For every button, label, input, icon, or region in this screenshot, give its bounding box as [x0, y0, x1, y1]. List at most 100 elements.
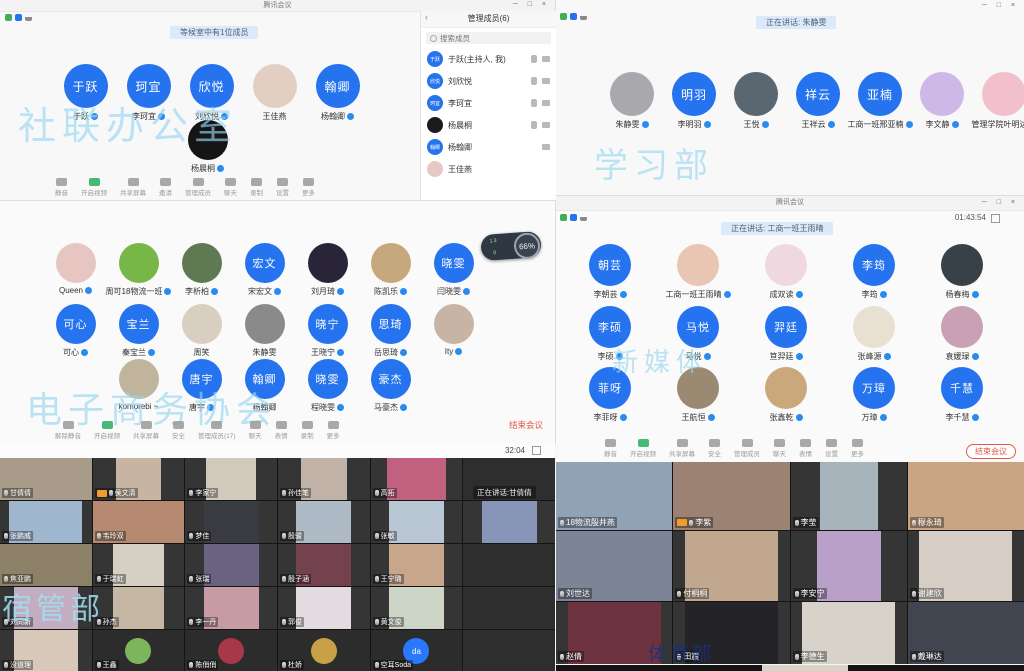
avatar: 晓雯 — [434, 243, 474, 283]
tray-icon[interactable] — [443, 433, 451, 441]
info-icon — [5, 14, 12, 21]
toolbar-button[interactable]: 录制 — [250, 178, 263, 197]
tray-icon[interactable] — [476, 433, 484, 441]
member-row[interactable]: 翰卿 杨翰卿 — [421, 136, 556, 158]
toolbar-button[interactable]: 开启视频 — [630, 439, 656, 458]
avatar — [56, 243, 96, 283]
window-controls[interactable]: ─ □ × — [982, 2, 1019, 9]
toolbar-button[interactable]: 安全 — [172, 421, 185, 440]
member-mic-icon[interactable] — [531, 55, 537, 63]
toolbar-button[interactable]: 共享屏幕 — [120, 178, 146, 197]
tile-name: 谢建欣 — [918, 588, 942, 599]
tray-icon[interactable] — [531, 433, 539, 441]
mic-badge-icon — [620, 414, 627, 421]
dorm-video-grid: 甘倩倩 侯文清 李家宁 — [0, 458, 555, 671]
window-controls[interactable]: ─ □ × — [982, 199, 1019, 206]
toolbar-button[interactable]: 共享屏幕 — [669, 439, 695, 458]
toolbar-button[interactable]: 管理成员 — [734, 439, 760, 458]
member-row[interactable]: 杨晨桐 — [421, 114, 556, 136]
avatar — [182, 243, 222, 283]
toolbar-button[interactable]: 安全 — [708, 439, 721, 458]
toolbar-button[interactable]: 聊天 — [249, 421, 262, 440]
tile-name: 穆永琦 — [918, 517, 942, 528]
mic-badge-icon — [455, 348, 462, 355]
video-tile: 黄文俊 — [371, 587, 463, 629]
participant-row: Queen 周可18物流一班 李析柏 宏文 宋宏文 刘月琦 陈凯乐 — [44, 243, 485, 297]
toolbar-button[interactable]: 管理成员(17) — [198, 421, 236, 440]
member-avatar — [427, 117, 443, 133]
member-row[interactable]: 珂宜 李珂宜 — [421, 92, 556, 114]
mic-icon — [560, 520, 564, 526]
toolbar-button[interactable]: 表情 — [275, 421, 288, 440]
mic-icon — [4, 662, 8, 668]
end-meeting-button[interactable]: 结束会议 — [966, 444, 1016, 459]
member-mic-icon[interactable] — [531, 77, 537, 85]
toolbar-button[interactable]: 设置 — [825, 439, 838, 458]
toolbar-button[interactable]: 聊天 — [773, 439, 786, 458]
participant-name: 李菲呀 — [594, 412, 618, 423]
mic-icon — [4, 533, 8, 539]
member-camera-icon[interactable] — [542, 100, 550, 106]
fullscreen-icon[interactable] — [991, 214, 1000, 223]
toolbar-button[interactable]: 开启视频 — [94, 421, 120, 440]
member-camera-icon[interactable] — [542, 144, 550, 150]
tray-icon[interactable] — [509, 433, 517, 441]
toolbar-button[interactable]: 更多 — [302, 178, 315, 197]
watermark-sports: 体育部 — [648, 639, 714, 666]
member-row[interactable]: 欣悦 刘欣悦 — [421, 70, 556, 92]
member-camera-icon[interactable] — [542, 56, 550, 62]
toolbar-button[interactable]: 设置 — [276, 178, 289, 197]
tile-name: 侯文清 — [115, 488, 136, 498]
tray-icon[interactable] — [520, 433, 528, 441]
participant-name: 杨晨桐 — [191, 163, 215, 174]
partial-video-tile — [762, 665, 848, 671]
toolbar-button[interactable]: 邀请 — [159, 178, 172, 197]
toolbar-button[interactable]: 解除静音 — [55, 421, 81, 440]
toolbar-button[interactable]: 录制 — [301, 421, 314, 440]
video-stream — [463, 587, 555, 629]
member-camera-icon[interactable] — [542, 122, 550, 128]
toolbar-button[interactable]: 静音 — [604, 439, 617, 458]
toolbar-button[interactable]: 聊天 — [224, 178, 237, 197]
member-row[interactable]: 王佳燕 — [421, 158, 556, 180]
avatar: 朝芸 — [589, 244, 631, 286]
mic-badge-icon — [347, 113, 354, 120]
back-arrow-icon[interactable]: ‹ — [425, 12, 428, 22]
participant-name: 杨翰卿 — [321, 111, 345, 122]
avatar: 千慧 — [941, 367, 983, 409]
video-tile: 殷骏 — [278, 501, 370, 543]
toolbar-button[interactable]: 开启视频 — [81, 178, 107, 197]
member-search[interactable] — [426, 32, 551, 44]
search-input[interactable] — [440, 34, 547, 43]
mic-icon — [912, 520, 916, 526]
video-stream — [204, 501, 259, 543]
toolbar-button[interactable]: 管理成员 — [185, 178, 211, 197]
video-tile: 侯文清 — [93, 458, 185, 500]
window-study: ─ □ × 正在讲话: 朱静雯 朱静雯 明羽 李明羽 王悦 祥云 王祥云 — [556, 0, 1024, 196]
toolbar-button[interactable]: 共享屏幕 — [133, 421, 159, 440]
toolbar-button[interactable]: 更多 — [327, 421, 340, 440]
toolbar-button[interactable]: 静音 — [55, 178, 68, 197]
member-mic-icon[interactable] — [531, 121, 537, 129]
tray-icon[interactable] — [465, 433, 473, 441]
tray-icon[interactable] — [487, 433, 495, 441]
toolbar-button[interactable]: 更多 — [851, 439, 864, 458]
video-stream — [463, 544, 555, 586]
member-camera-icon[interactable] — [542, 78, 550, 84]
tray-icon[interactable] — [454, 433, 462, 441]
member-mic-icon[interactable] — [531, 99, 537, 107]
toolbar-icon — [302, 421, 313, 429]
participant: 亚楠 工商一班邢亚楠 — [849, 72, 911, 130]
window-controls[interactable]: ─ □ × — [513, 1, 550, 8]
mic-icon — [375, 576, 379, 582]
tile-name: 空耳Soda — [381, 660, 411, 670]
tray-icon[interactable] — [498, 433, 506, 441]
layout-icon[interactable] — [532, 446, 541, 455]
member-row[interactable]: 于跃 于跃(主持人, 我) — [421, 48, 556, 70]
end-meeting-button[interactable]: 结束会议 — [509, 419, 543, 431]
toolbar-icon — [277, 178, 288, 186]
tile-name: 杜娇 — [288, 660, 302, 670]
video-stream — [113, 587, 163, 629]
toolbar-button[interactable]: 表情 — [799, 439, 812, 458]
newmedia-titlebar: 腾讯会议 ─ □ × — [556, 196, 1024, 211]
